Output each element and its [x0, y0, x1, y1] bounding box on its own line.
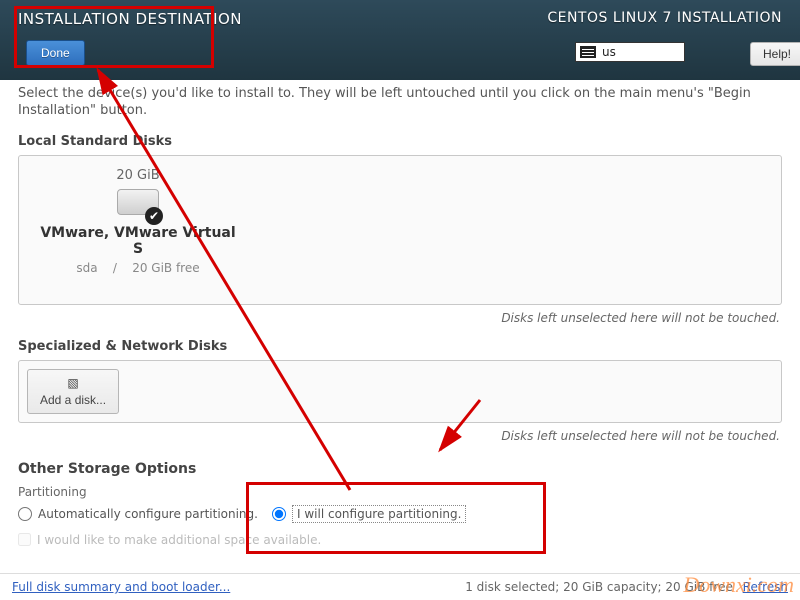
network-unselected-note: Disks left unselected here will not be t… [18, 429, 780, 443]
page-title: INSTALLATION DESTINATION [18, 10, 242, 28]
top-bar: INSTALLATION DESTINATION CENTOS LINUX 7 … [0, 0, 800, 80]
network-disks-heading: Specialized & Network Disks [18, 339, 782, 354]
keyboard-layout-value: us [602, 45, 616, 59]
check-icon: ✔ [145, 207, 163, 225]
intro-text: Select the device(s) you'd like to insta… [18, 86, 782, 120]
disk-summary-link[interactable]: Full disk summary and boot loader... [12, 580, 230, 594]
help-button[interactable]: Help! [750, 42, 800, 66]
watermark: Downxi.com [683, 572, 794, 598]
disk-name: VMware, VMware Virtual S [33, 225, 243, 257]
local-disks-heading: Local Standard Disks [18, 134, 782, 149]
disk-item[interactable]: 20 GiB ✔ VMware, VMware Virtual S sda / … [33, 168, 243, 275]
footer-bar: Full disk summary and boot loader... 1 d… [0, 573, 800, 594]
partitioning-subheading: Partitioning [18, 485, 782, 499]
keyboard-icon [580, 46, 596, 58]
disk-size: 20 GiB [33, 168, 243, 183]
auto-partition-option[interactable]: Automatically configure partitioning. [18, 507, 258, 521]
add-disk-label: Add a disk... [40, 393, 106, 407]
install-title: CENTOS LINUX 7 INSTALLATION [547, 10, 782, 26]
keyboard-layout-selector[interactable]: us [575, 42, 685, 62]
hdd-icon: ✔ [117, 189, 159, 219]
additional-space-checkbox [18, 533, 31, 546]
additional-space-option: I would like to make additional space av… [18, 533, 782, 547]
local-disks-panel: 20 GiB ✔ VMware, VMware Virtual S sda / … [18, 155, 782, 305]
storage-options-heading: Other Storage Options [18, 461, 782, 477]
done-button[interactable]: Done [26, 40, 85, 66]
manual-partition-option[interactable]: I will configure partitioning. [272, 505, 466, 523]
disk-plus-icon: ▧ [67, 376, 78, 390]
local-unselected-note: Disks left unselected here will not be t… [18, 311, 780, 325]
auto-partition-radio[interactable] [18, 507, 32, 521]
add-disk-button[interactable]: ▧ Add a disk... [27, 369, 119, 414]
disk-subinfo: sda / 20 GiB free [33, 261, 243, 275]
network-disks-panel: ▧ Add a disk... [18, 360, 782, 423]
manual-partition-radio[interactable] [272, 507, 286, 521]
